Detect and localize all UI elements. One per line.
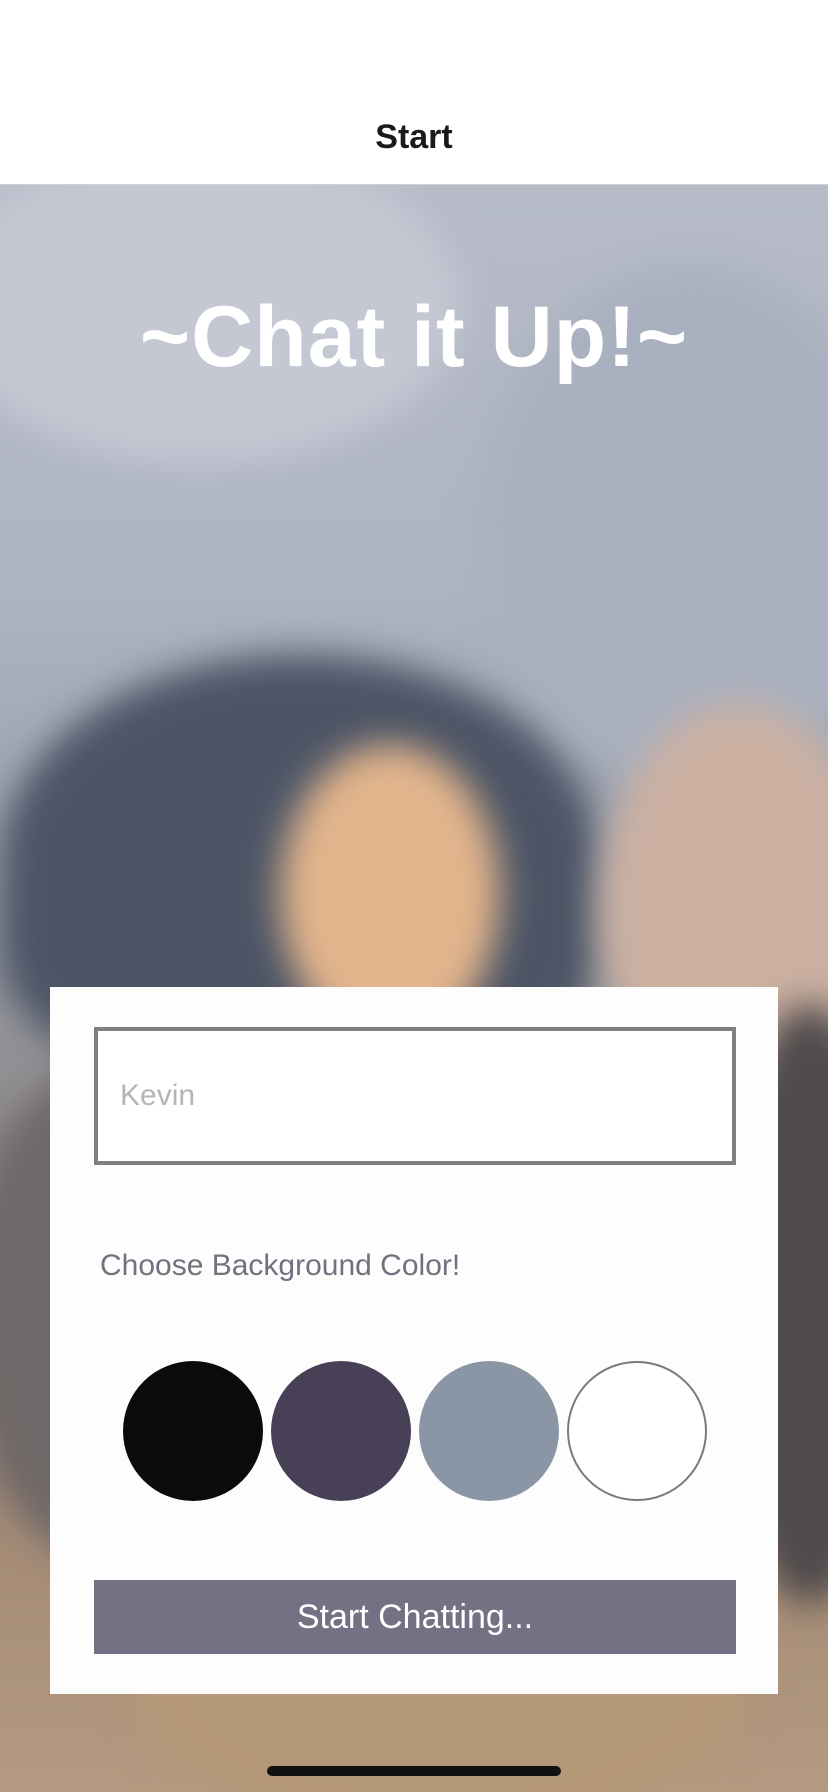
color-swatch-dark-purple[interactable] — [271, 1361, 411, 1501]
name-input[interactable] — [94, 1027, 736, 1165]
color-swatch-black[interactable] — [123, 1361, 263, 1501]
nav-title: Start — [375, 118, 453, 156]
color-swatch-group — [123, 1361, 723, 1503]
start-screen: Start ~Chat it Up!~ Choose Background Co… — [0, 0, 828, 1792]
start-form-card: Choose Background Color! Start Chatting.… — [50, 987, 778, 1694]
color-swatch-grey-blue[interactable] — [419, 1361, 559, 1501]
start-chatting-button[interactable]: Start Chatting... — [94, 1580, 736, 1654]
navigation-bar: Start — [0, 0, 828, 185]
choose-color-label: Choose Background Color! — [100, 1249, 461, 1282]
home-indicator[interactable] — [267, 1766, 561, 1776]
color-swatch-white[interactable] — [567, 1361, 707, 1501]
app-title: ~Chat it Up!~ — [139, 289, 689, 385]
